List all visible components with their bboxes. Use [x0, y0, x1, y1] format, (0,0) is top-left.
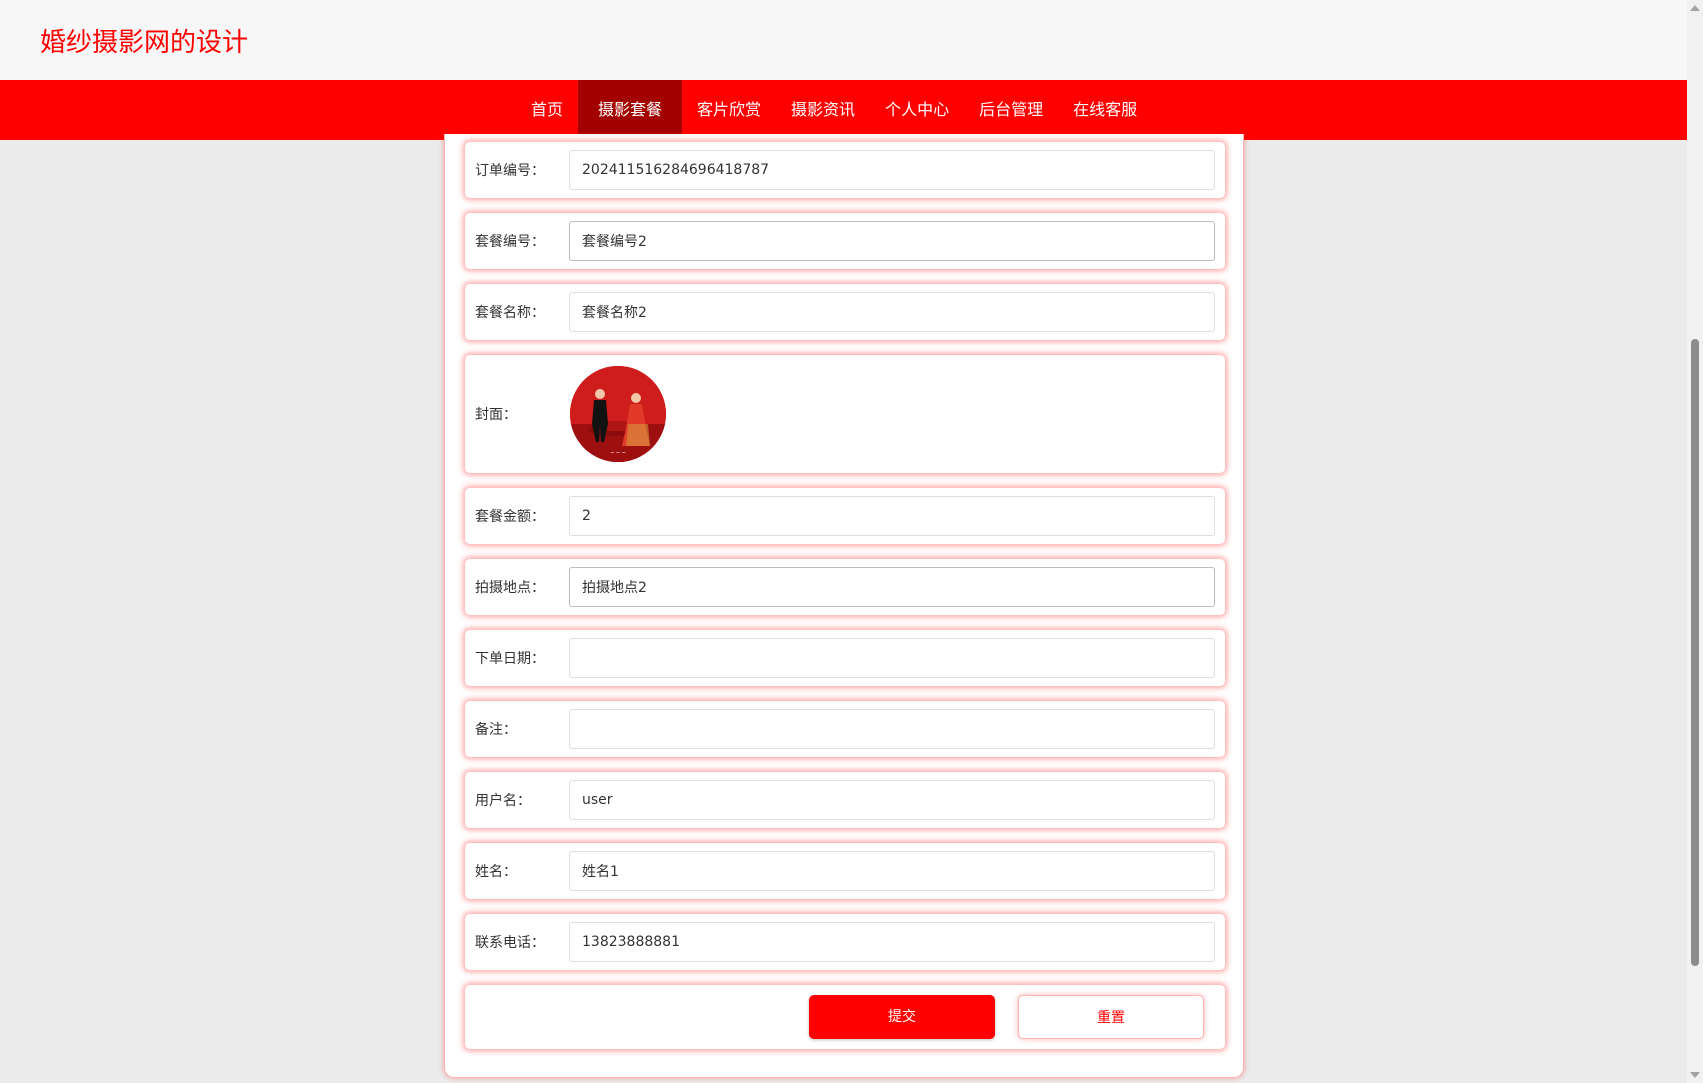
- package-number-input[interactable]: [569, 221, 1215, 261]
- main-nav: 首页 摄影套餐 客片欣赏 摄影资讯 个人中心 后台管理 在线客服: [0, 80, 1687, 140]
- submit-button[interactable]: 提交: [809, 995, 995, 1039]
- form-row-remarks: 备注：: [465, 701, 1225, 757]
- shoot-location-label: 拍摄地点：: [475, 580, 545, 596]
- remarks-input[interactable]: [569, 709, 1215, 749]
- scrollbar-thumb[interactable]: [1691, 339, 1699, 966]
- nav-item-online-service[interactable]: 在线客服: [1058, 80, 1152, 140]
- cover-label: 封面：: [475, 407, 517, 423]
- package-name-input[interactable]: [569, 292, 1215, 332]
- form-row-cover: 封面： ~ ~ ~: [465, 355, 1225, 473]
- header-bar: 婚纱摄影网的设计: [0, 0, 1687, 80]
- scroll-up-arrow-icon[interactable]: [1690, 5, 1700, 11]
- form-row-username: 用户名：: [465, 772, 1225, 828]
- order-date-label: 下单日期：: [475, 651, 545, 667]
- form-row-package-name: 套餐名称：: [465, 284, 1225, 340]
- form-row-package-price: 套餐金额：: [465, 488, 1225, 544]
- package-price-input[interactable]: [569, 496, 1215, 536]
- package-number-label: 套餐编号：: [475, 234, 545, 250]
- username-input[interactable]: [569, 780, 1215, 820]
- cover-image[interactable]: ~ ~ ~: [570, 366, 666, 462]
- nav-item-gallery[interactable]: 客片欣赏: [682, 80, 776, 140]
- form-row-order-number: 订单编号：: [465, 142, 1225, 198]
- form-row-order-date: 下单日期：: [465, 630, 1225, 686]
- order-number-input[interactable]: [569, 150, 1215, 190]
- nav-item-packages[interactable]: 摄影套餐: [578, 80, 683, 140]
- phone-input[interactable]: [569, 922, 1215, 962]
- nav-item-personal-center[interactable]: 个人中心: [870, 80, 964, 140]
- scroll-down-arrow-icon[interactable]: [1690, 1072, 1700, 1078]
- name-label: 姓名：: [475, 864, 517, 880]
- nav-item-news[interactable]: 摄影资讯: [776, 80, 870, 140]
- name-input[interactable]: [569, 851, 1215, 891]
- vertical-scrollbar[interactable]: [1687, 0, 1703, 1083]
- package-price-label: 套餐金额：: [475, 509, 545, 525]
- svg-text:~ ~ ~: ~ ~ ~: [610, 450, 626, 456]
- order-date-input[interactable]: [569, 638, 1215, 678]
- nav-item-admin[interactable]: 后台管理: [964, 80, 1058, 140]
- username-label: 用户名：: [475, 793, 531, 809]
- nav-item-home[interactable]: 首页: [516, 80, 578, 140]
- form-row-package-number: 套餐编号：: [465, 213, 1225, 269]
- form-row-phone: 联系电话：: [465, 914, 1225, 970]
- form-row-name: 姓名：: [465, 843, 1225, 899]
- package-name-label: 套餐名称：: [475, 305, 545, 321]
- remarks-label: 备注：: [475, 722, 517, 738]
- reset-button[interactable]: 重置: [1018, 995, 1204, 1039]
- site-title: 婚纱摄影网的设计: [40, 28, 249, 58]
- wedding-couple-image: ~ ~ ~: [570, 366, 666, 462]
- form-actions: 提交 重置: [465, 985, 1225, 1049]
- phone-label: 联系电话：: [475, 935, 545, 951]
- shoot-location-input[interactable]: [569, 567, 1215, 607]
- form-row-shoot-location: 拍摄地点：: [465, 559, 1225, 615]
- order-number-label: 订单编号：: [475, 163, 545, 179]
- order-form-panel: 订单编号： 套餐编号： 套餐名称： 封面： ~ ~ ~: [444, 134, 1244, 1078]
